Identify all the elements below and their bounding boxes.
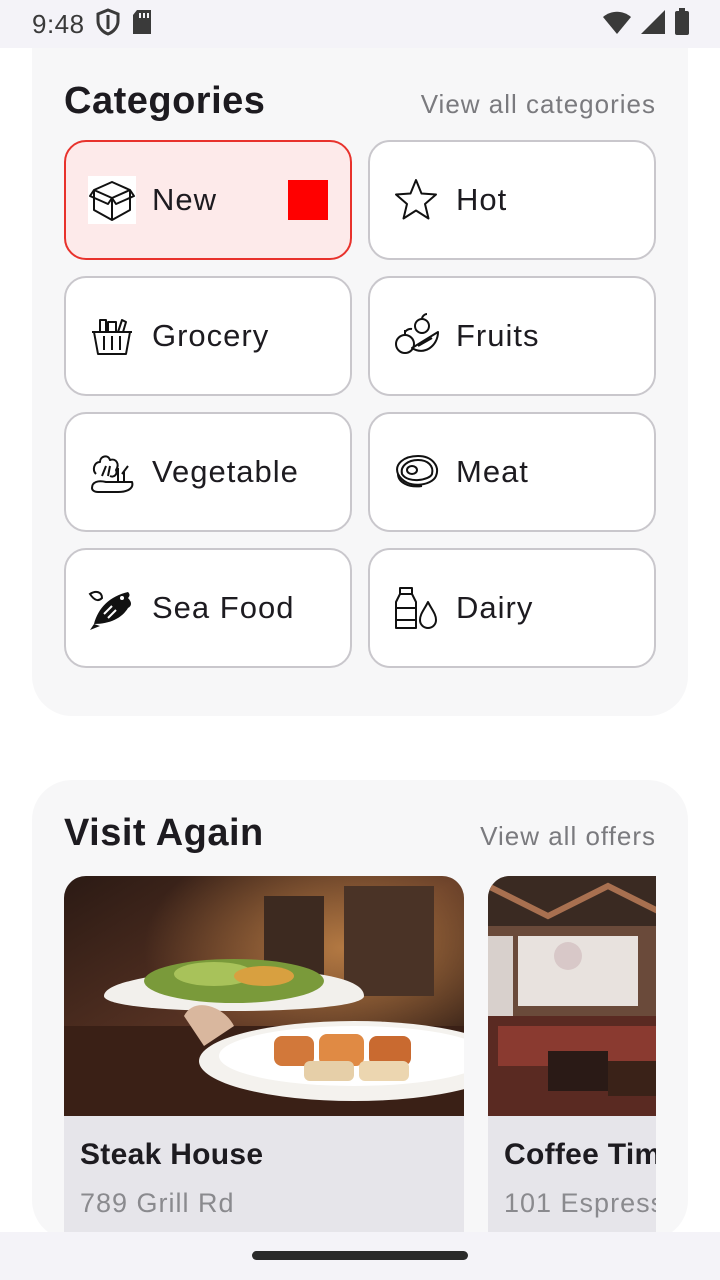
selected-indicator <box>288 180 328 220</box>
place-card-steak-house[interactable]: Steak House 789 Grill Rd <box>64 876 464 1232</box>
categories-header: Categories View all categories <box>64 80 656 123</box>
category-label: Meat <box>456 454 529 489</box>
category-label: New <box>152 182 218 217</box>
category-new[interactable]: New <box>64 140 352 260</box>
place-photo <box>64 876 464 1116</box>
place-name: Steak House <box>80 1138 264 1171</box>
status-time: 9:48 <box>32 8 85 39</box>
place-card-coffee-time[interactable]: Coffee Time 101 Espresso <box>488 876 656 1232</box>
wifi-icon <box>602 9 632 40</box>
categories-card: Categories View all categories New Hot G… <box>32 48 688 716</box>
fish-icon <box>88 584 136 632</box>
place-name: Coffee Time <box>504 1138 656 1171</box>
places-carousel[interactable]: Steak House 789 Grill Rd Coffee Tim 101 … <box>64 780 656 1232</box>
place-address: 789 Grill Rd <box>80 1188 235 1218</box>
fruits-icon <box>392 312 440 360</box>
category-dairy[interactable]: Dairy <box>368 548 656 668</box>
categories-title: Categories <box>64 80 266 122</box>
basket-icon <box>88 312 136 360</box>
category-label: Fruits <box>456 318 540 353</box>
category-grocery[interactable]: Grocery <box>64 276 352 396</box>
visit-again-card: Visit Again View all offers Steak House … <box>32 780 688 1232</box>
content-scroll[interactable]: Categories View all categories New Hot G… <box>0 48 720 1232</box>
box-icon <box>88 176 136 224</box>
signal-icon <box>640 9 666 40</box>
category-label: Grocery <box>152 318 270 353</box>
category-label: Dairy <box>456 590 534 625</box>
place-address: 101 Espresso <box>504 1188 656 1218</box>
category-label: Sea Food <box>152 590 295 625</box>
place-photo <box>488 876 656 1116</box>
star-icon <box>392 176 440 224</box>
category-meat[interactable]: Meat <box>368 412 656 532</box>
view-all-categories-link[interactable]: View all categories <box>421 89 656 120</box>
milk-icon <box>392 584 440 632</box>
sd-card-icon <box>131 9 153 40</box>
category-label: Vegetable <box>152 454 299 489</box>
battery-icon <box>674 7 690 41</box>
category-label: Hot <box>456 182 508 217</box>
shield-icon <box>95 7 121 41</box>
category-fruits[interactable]: Fruits <box>368 276 656 396</box>
steak-icon <box>392 448 440 496</box>
category-sea-food[interactable]: Sea Food <box>64 548 352 668</box>
category-hot[interactable]: Hot <box>368 140 656 260</box>
vegetable-icon <box>88 448 136 496</box>
status-bar: 9:48 <box>0 0 720 48</box>
navigation-bar <box>0 1232 720 1280</box>
category-vegetable[interactable]: Vegetable <box>64 412 352 532</box>
home-gesture-handle[interactable] <box>252 1251 468 1260</box>
